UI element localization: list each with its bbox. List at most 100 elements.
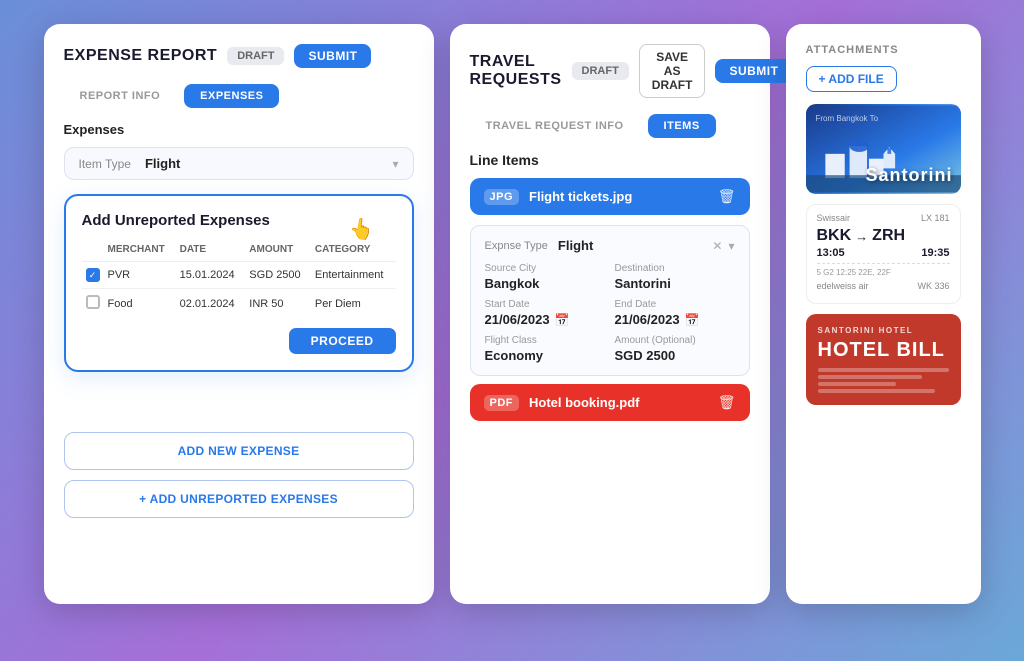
col-amount: AMOUNT <box>245 241 311 262</box>
start-date-label: Start Date <box>485 299 605 310</box>
santorini-image: From Bangkok To Santorini <box>806 104 961 194</box>
route-arrow-icon: → <box>855 229 868 244</box>
hotel-card: SANTORINI HOTEL HOTEL BILL <box>806 314 961 405</box>
airline2-row: edelweiss air WK 336 <box>817 281 950 291</box>
travel-draft-badge: DRAFT <box>572 62 629 80</box>
cursor-hand-icon: 👆 <box>347 215 376 244</box>
tab-items[interactable]: ITEMS <box>648 114 716 138</box>
destination-item: Destination Santorini <box>615 263 735 291</box>
proceed-button[interactable]: PROCEED <box>289 328 396 354</box>
flight-number: LX 181 <box>921 213 950 223</box>
end-date-label: End Date <box>615 299 735 310</box>
hotel-bill-text: HOTEL BILL <box>818 339 949 362</box>
flight-class-value: Economy <box>485 348 605 363</box>
item-type-dropdown-icon[interactable]: ▾ <box>392 157 398 171</box>
travel-card-header: TRAVEL REQUESTS DRAFT SAVE AS DRAFT SUBM… <box>470 44 750 98</box>
flight-number2: WK 336 <box>917 281 949 291</box>
expense-report-title: EXPENSE REPORT <box>64 47 218 65</box>
expense-type-clear-icon[interactable]: ✕ <box>712 239 722 253</box>
boarding-divider <box>817 263 950 264</box>
hotel-lines <box>818 368 949 393</box>
flight-details-box: Expnse Type Flight ✕ ▾ Source City Bangk… <box>470 225 750 376</box>
airline-name: Swissair <box>817 213 851 223</box>
start-date-item: Start Date 21/06/2023 📅 <box>485 299 605 327</box>
hotel-line-3 <box>818 382 897 386</box>
add-file-button[interactable]: + ADD FILE <box>806 66 897 92</box>
expense-report-card: EXPENSE REPORT DRAFT SUBMIT REPORT INFO … <box>44 24 434 604</box>
tab-expenses[interactable]: EXPENSES <box>184 84 279 108</box>
pdf-file-card: PDF Hotel booking.pdf 🗑 <box>470 384 750 421</box>
source-city-label: Source City <box>485 263 605 274</box>
expense-type-dropdown-icon[interactable]: ▾ <box>728 239 734 253</box>
row-category: Per Diem <box>311 289 396 319</box>
row-merchant: Food <box>104 289 176 319</box>
start-date-calendar-icon[interactable]: 📅 <box>555 313 570 327</box>
jpg-file-card: JPG Flight tickets.jpg 🗑 <box>470 178 750 215</box>
travel-requests-title: TRAVEL REQUESTS <box>470 53 562 89</box>
end-date-calendar-icon[interactable]: 📅 <box>685 313 700 327</box>
tab-travel-request-info[interactable]: TRAVEL REQUEST INFO <box>470 114 640 138</box>
departure-time: 13:05 <box>817 247 845 259</box>
hotel-name: SANTORINI HOTEL <box>818 326 949 335</box>
main-container: EXPENSE REPORT DRAFT SUBMIT REPORT INFO … <box>0 0 1024 661</box>
destination-value: Santorini <box>615 276 735 291</box>
col-date: DATE <box>176 241 246 262</box>
row-amount: INR 50 <box>245 289 311 319</box>
row-category: Entertainment <box>311 262 396 289</box>
end-date-value: 21/06/2023 📅 <box>615 312 735 327</box>
add-new-expense-button[interactable]: ADD NEW EXPENSE <box>64 432 414 470</box>
row-amount: SGD 2500 <box>245 262 311 289</box>
row-checkbox-cell[interactable]: ✓ <box>82 262 104 289</box>
end-date-item: End Date 21/06/2023 📅 <box>615 299 735 327</box>
attachments-card: ATTACHMENTS + ADD FILE <box>786 24 981 604</box>
start-date-value: 21/06/2023 📅 <box>485 312 605 327</box>
save-as-draft-button[interactable]: SAVE AS DRAFT <box>639 44 706 98</box>
travel-tab-bar: TRAVEL REQUEST INFO ITEMS <box>470 114 750 138</box>
col-merchant: MERCHANT <box>104 241 176 262</box>
travel-requests-card: TRAVEL REQUESTS DRAFT SAVE AS DRAFT SUBM… <box>450 24 770 604</box>
airline2-name: edelweiss air <box>817 281 869 291</box>
col-category: CATEGORY <box>311 241 396 262</box>
source-city-item: Source City Bangkok <box>485 263 605 291</box>
flight-detail-grid: Source City Bangkok Destination Santorin… <box>485 263 735 363</box>
expense-table-row: ✓ PVR 15.01.2024 SGD 2500 Entertainment <box>82 262 396 289</box>
jpg-file-name: Flight tickets.jpg <box>529 189 708 204</box>
seat-info: 5 G2 12:25 22E, 22F <box>817 268 891 277</box>
flight-class-item: Flight Class Economy <box>485 335 605 363</box>
jpg-delete-icon[interactable]: 🗑 <box>718 188 736 205</box>
to-city: ZRH <box>872 227 905 245</box>
expense-tab-bar: REPORT INFO EXPENSES <box>64 84 414 108</box>
amount-value: SGD 2500 <box>615 348 735 363</box>
row-checkbox-cell[interactable] <box>82 289 104 319</box>
expense-table-row: Food 02.01.2024 INR 50 Per Diem <box>82 289 396 319</box>
expense-type-value: Flight <box>558 238 713 253</box>
amount-label: Amount (Optional) <box>615 335 735 346</box>
row-date: 15.01.2024 <box>176 262 246 289</box>
col-checkbox <box>82 241 104 262</box>
hotel-line-2 <box>818 375 923 379</box>
add-unreported-expenses-button[interactable]: + ADD UNREPORTED EXPENSES <box>64 480 414 518</box>
row-date: 02.01.2024 <box>176 289 246 319</box>
row-checkbox-1[interactable] <box>86 295 100 309</box>
item-type-row: Item Type Flight ▾ <box>64 147 414 180</box>
flight-type-row: Expnse Type Flight ✕ ▾ <box>485 238 735 253</box>
tab-report-info[interactable]: REPORT INFO <box>64 84 177 108</box>
hotel-line-4 <box>818 389 936 393</box>
line-items-label: Line Items <box>470 152 750 168</box>
arrival-time: 19:35 <box>921 247 949 259</box>
hotel-line-1 <box>818 368 949 372</box>
expense-draft-badge: DRAFT <box>227 47 284 65</box>
pdf-delete-icon[interactable]: 🗑 <box>718 394 736 411</box>
pdf-file-name: Hotel booking.pdf <box>529 395 708 410</box>
row-checkbox-0[interactable]: ✓ <box>86 268 100 282</box>
item-type-value: Flight <box>145 156 392 171</box>
boarding-times: 13:05 19:35 <box>817 247 950 259</box>
travel-submit-button[interactable]: SUBMIT <box>715 59 792 83</box>
expense-type-label: Expnse Type <box>485 240 548 252</box>
boarding-airline-row: Swissair LX 181 <box>817 213 950 223</box>
from-city: BKK <box>817 227 852 245</box>
amount-item: Amount (Optional) SGD 2500 <box>615 335 735 363</box>
expense-submit-button[interactable]: SUBMIT <box>294 44 371 68</box>
attachments-label: ATTACHMENTS <box>806 44 961 56</box>
row-merchant: PVR <box>104 262 176 289</box>
